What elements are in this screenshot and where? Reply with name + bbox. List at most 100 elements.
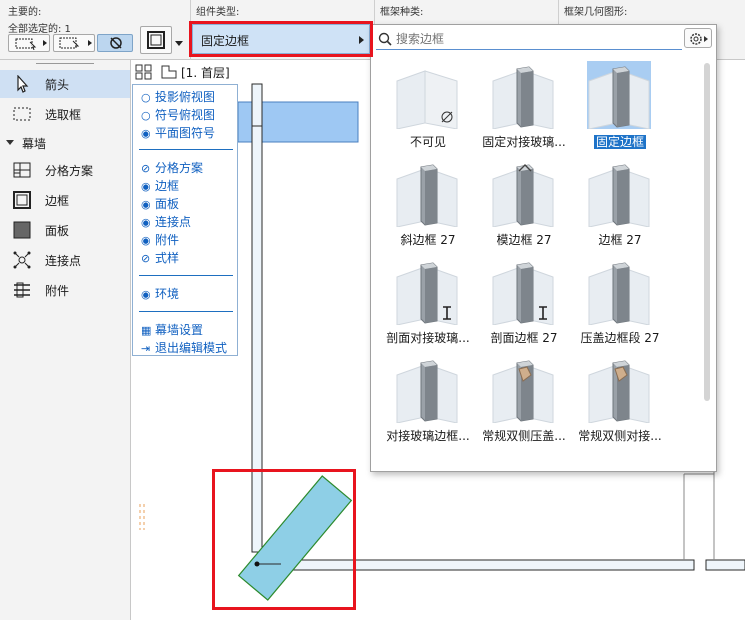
- collapse-triangle-icon: [6, 140, 14, 145]
- select-area-icon: [59, 37, 80, 49]
- toggle-panel[interactable]: ◉ 面板: [141, 195, 179, 212]
- eye-icon: ◉: [141, 216, 151, 229]
- search-field[interactable]: [376, 28, 682, 50]
- tool-junction-label: 连接点: [45, 254, 82, 268]
- toggle-junction[interactable]: ◉ 连接点: [141, 213, 191, 230]
- toggle-environment[interactable]: ◉ 环境: [141, 285, 179, 302]
- gallery-item[interactable]: 模边框 27: [477, 159, 571, 257]
- selected-count: 全部选定的: 1: [8, 24, 71, 35]
- curtain-wall-group-header[interactable]: 幕墙: [0, 133, 130, 153]
- toggle-scheme[interactable]: ⊘ 分格方案: [141, 159, 203, 176]
- eye-hidden-icon: ⊘: [141, 162, 151, 175]
- exit-edit-mode-link[interactable]: ⇥ 退出编辑模式: [141, 339, 227, 356]
- tool-scheme-label: 分格方案: [45, 164, 94, 178]
- frame-preview-icon: [396, 164, 458, 227]
- gallery-item[interactable]: 剖面边框 27: [477, 257, 571, 355]
- toolbox: 箭头 选取框 幕墙 分格方案 边框 面板 连接点 附件: [0, 60, 131, 620]
- settings-button[interactable]: [684, 28, 712, 48]
- radio-plan-symbol[interactable]: ◉ 平面图符号: [141, 124, 215, 141]
- gallery-item[interactable]: 常规双侧压盖...: [477, 355, 571, 453]
- tool-frame-label: 边框: [45, 194, 70, 208]
- tool-arrow-label: 箭头: [45, 78, 70, 92]
- frame-square-icon: [147, 31, 165, 49]
- gallery-item[interactable]: 压盖边框段 27: [573, 257, 667, 355]
- frame-preview-icon: [587, 61, 651, 129]
- gallery-item-label: 边框 27: [598, 233, 642, 247]
- eye-icon: ◉: [141, 288, 151, 301]
- eye-icon: ◉: [141, 198, 151, 211]
- tool-panel[interactable]: 面板: [0, 216, 130, 244]
- tool-marquee[interactable]: 选取框: [0, 100, 130, 128]
- magic-wand-icon: [110, 37, 122, 49]
- tool-arrow[interactable]: 箭头: [0, 70, 130, 98]
- radio-symbol-view[interactable]: ○ 符号俯视图: [141, 106, 215, 123]
- frame-preview-icon: [588, 262, 650, 325]
- gallery-item[interactable]: 固定边框: [573, 61, 667, 159]
- gallery-item-label: 常规双侧压盖...: [482, 429, 566, 443]
- tool-frame[interactable]: 边框: [0, 186, 130, 214]
- gallery-item[interactable]: 不可见: [381, 61, 475, 159]
- gallery-item[interactable]: 常规双侧对接...: [573, 355, 667, 453]
- curtain-wall-settings-icon: ▦: [141, 324, 152, 337]
- curtain-wall-frame-button[interactable]: [140, 26, 172, 54]
- scheme-icon: [13, 162, 31, 178]
- gallery-item[interactable]: 对接玻璃边框...: [381, 355, 475, 453]
- magic-wand-button[interactable]: [97, 34, 133, 52]
- exit-edit-icon: ⇥: [141, 342, 151, 355]
- tool-accessory[interactable]: 附件: [0, 276, 130, 304]
- gallery-item[interactable]: 边框 27: [573, 159, 667, 257]
- gallery-item-label: 斜边框 27: [400, 233, 456, 247]
- gallery-item[interactable]: 固定对接玻璃...: [477, 61, 571, 159]
- highlight-frame: [212, 469, 356, 610]
- select-single-button[interactable]: [8, 34, 50, 52]
- radio-projection-view[interactable]: ○ 投影俯视图: [141, 88, 215, 105]
- frame-preview-icon: [492, 262, 554, 325]
- frame-preview-icon: [396, 70, 458, 129]
- eye-hidden-icon: ⊘: [141, 252, 151, 265]
- toggle-pattern[interactable]: ⊘ 式样: [141, 249, 179, 266]
- frame-type-label: 框架种类:: [380, 7, 424, 18]
- search-input[interactable]: [396, 30, 676, 47]
- gallery-item-label: 固定对接玻璃...: [482, 135, 566, 149]
- gallery-item-label: 压盖边框段 27: [580, 331, 660, 345]
- toggle-accessory[interactable]: ◉ 附件: [141, 231, 179, 248]
- curtain-wall-group-label: 幕墙: [22, 137, 47, 151]
- gallery-item-label: 常规双侧对接...: [578, 429, 662, 443]
- gallery-item[interactable]: 斜边框 27: [381, 159, 475, 257]
- arrow-cursor-icon: [17, 75, 29, 93]
- accessory-icon: [14, 282, 30, 298]
- tool-panel-label: 面板: [45, 224, 70, 238]
- frame-icon: [13, 191, 31, 209]
- frame-type-popup: 不可见 固定对接玻璃... 固定边框斜边框 27 模边框 27 边框 27 剖面对接玻璃.…: [370, 24, 717, 472]
- marquee-icon: [13, 107, 31, 121]
- search-icon: [378, 32, 392, 46]
- gallery-item-label: 模边框 27: [496, 233, 552, 247]
- curtain-wall-view-panel: ○ 投影俯视图 ○ 符号俯视图 ◉ 平面图符号 ⊘ 分格方案 ◉ 边框 ◉ 面板 ◉ 连接点 …: [132, 84, 238, 356]
- select-single-icon: [15, 38, 37, 50]
- frame-preview-icon: [588, 164, 650, 227]
- gallery-item-label: 对接玻璃边框...: [386, 429, 470, 443]
- frame-preview-icon: [588, 360, 650, 423]
- frame-preview-icon: [396, 262, 458, 325]
- toggle-frame[interactable]: ◉ 边框: [141, 177, 179, 194]
- tool-junction[interactable]: 连接点: [0, 246, 130, 274]
- gallery-scrollbar[interactable]: [704, 63, 710, 401]
- gallery-item-label: 剖面对接玻璃...: [386, 331, 470, 345]
- gallery-item[interactable]: 剖面对接玻璃...: [381, 257, 475, 355]
- frame-preview-icon: [396, 360, 458, 423]
- main-section-label: 主要的:: [8, 7, 42, 18]
- chevron-down-icon[interactable]: [175, 36, 183, 50]
- gallery-item-label: 固定边框: [593, 135, 646, 149]
- gear-icon: [690, 33, 708, 45]
- frame-preview-icon: [492, 164, 554, 227]
- curtain-wall-settings-link[interactable]: ▦ 幕墙设置: [141, 321, 203, 338]
- eye-icon: ◉: [141, 234, 151, 247]
- tool-scheme[interactable]: 分格方案: [0, 156, 130, 184]
- select-area-button[interactable]: [53, 34, 95, 52]
- junction-icon: [13, 251, 31, 269]
- frame-geometry-label: 框架几何图形:: [564, 7, 628, 18]
- tool-accessory-label: 附件: [45, 284, 70, 298]
- highlight-frame: [189, 21, 373, 57]
- frame-preview-icon: [492, 66, 554, 129]
- gallery-item-label: 不可见: [409, 135, 446, 149]
